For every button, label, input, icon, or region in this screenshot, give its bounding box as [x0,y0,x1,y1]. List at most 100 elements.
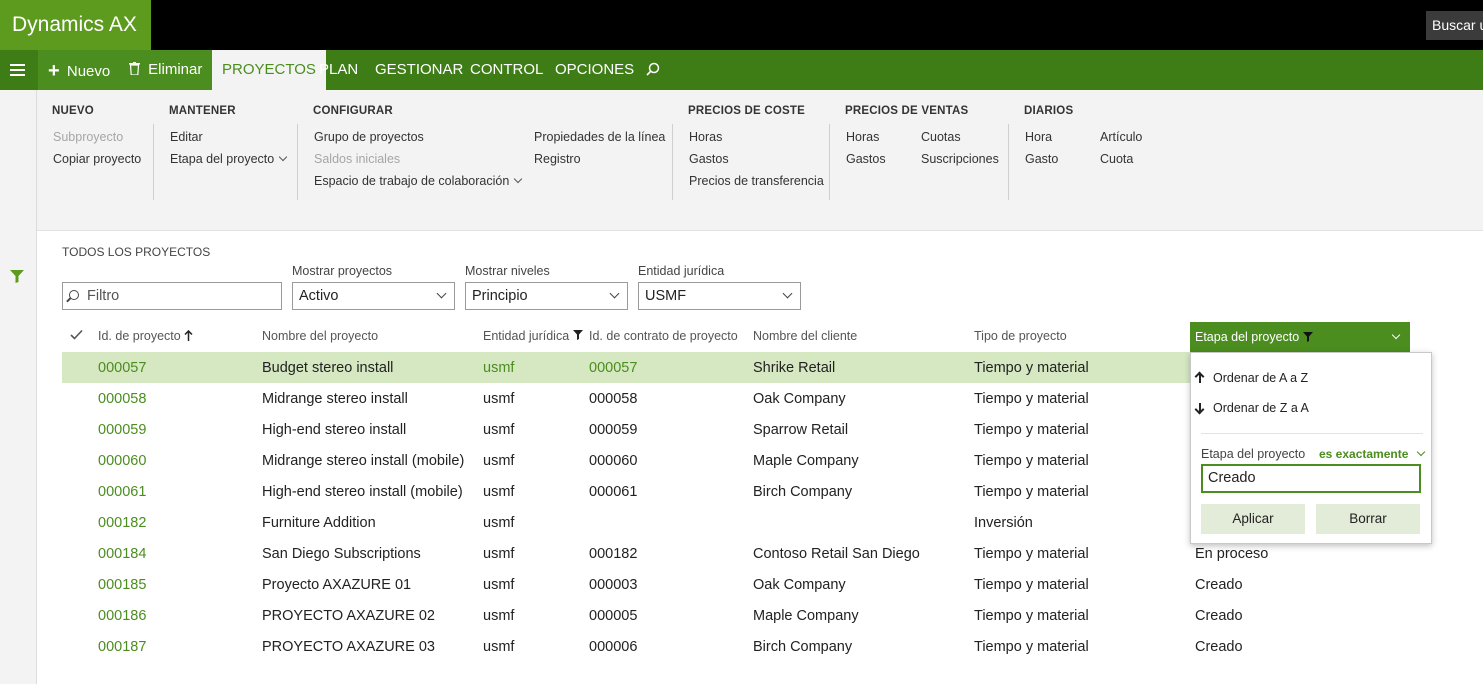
search-icon[interactable] [646,50,660,90]
filter-operator-select[interactable]: es exactamente [1319,447,1425,461]
clear-button[interactable]: Borrar [1316,504,1420,534]
header-entidad-juridica[interactable]: Entidad jurídica [483,329,583,343]
mostrar-proyectos-select[interactable]: Activo [292,282,455,310]
apply-button[interactable]: Aplicar [1201,504,1305,534]
cell-type: Tiempo y material [974,608,1089,624]
header-etapa-proyecto[interactable]: Etapa del proyecto [1190,322,1410,352]
chevron-down-icon [1416,447,1425,457]
etapa-proyecto-menu[interactable]: Etapa del proyecto [170,152,288,166]
cell-name: PROYECTO AXAZURE 03 [262,639,435,655]
ventas-cuotas-button[interactable]: Cuotas [921,130,961,144]
cell-name: San Diego Subscriptions [262,546,421,562]
global-search-input[interactable]: Buscar u [1426,11,1483,40]
cell-entity[interactable]: usmf [483,360,514,376]
trash-icon [129,62,140,76]
column-filter-popup: Ordenar de A a Z Ordenar de Z a A Etapa … [1190,352,1432,544]
cell-name: Furniture Addition [262,515,376,531]
copiar-proyecto-button[interactable]: Copiar proyecto [53,152,141,166]
group-precios-coste-title: PRECIOS DE COSTE [688,105,805,117]
entidad-juridica-select[interactable]: USMF [638,282,801,310]
cell-id[interactable]: 000059 [98,422,146,438]
chevron-down-icon [279,152,288,162]
filter-icon [572,330,583,340]
sort-desc-option[interactable]: Ordenar de Z a A [1199,401,1309,415]
tab-proyectos[interactable]: PROYECTOS [212,50,326,90]
cell-type: Inversión [974,515,1033,531]
cell-stage: Creado [1195,577,1243,593]
group-mantener-title: MANTENER [169,105,236,117]
diario-gasto-button[interactable]: Gasto [1025,152,1058,166]
mostrar-niveles-select[interactable]: Principio [465,282,628,310]
subproyecto-button[interactable]: Subproyecto [53,130,123,144]
cell-id[interactable]: 000185 [98,577,146,593]
cell-contract: 000182 [589,546,638,562]
filter-value-input[interactable]: Creado [1201,464,1421,493]
cell-id[interactable]: 000184 [98,546,146,562]
cell-contract[interactable]: 000057 [589,360,637,376]
app-title[interactable]: Dynamics AX [0,0,151,50]
diario-articulo-button[interactable]: Artículo [1100,130,1142,144]
header-id-proyecto[interactable]: Id. de proyecto [98,329,193,343]
cell-entity: usmf [483,546,515,562]
editar-button[interactable]: Editar [170,130,203,144]
header-nombre-cliente[interactable]: Nombre del cliente [753,329,857,343]
group-configurar-title: CONFIGURAR [313,105,393,117]
action-bar: + Nuevo Eliminar PROYECTOS PLAN GESTIONA… [0,50,1483,90]
tab-control[interactable]: CONTROL [470,50,543,90]
diario-cuota-button[interactable]: Cuota [1100,152,1133,166]
cell-id[interactable]: 000061 [98,484,146,500]
filter-icon[interactable] [10,270,24,288]
coste-horas-button[interactable]: Horas [689,130,722,144]
sort-asc-option[interactable]: Ordenar de A a Z [1199,371,1308,385]
cell-id[interactable]: 000058 [98,391,146,407]
tab-gestionar[interactable]: GESTIONAR [375,50,463,90]
filter-input[interactable]: Filtro [62,282,282,310]
checkmark-icon [70,329,83,340]
cell-contract: 000059 [589,422,638,438]
menu-icon[interactable] [10,64,25,76]
grupo-proyectos-button[interactable]: Grupo de proyectos [314,130,424,144]
header-id-contrato[interactable]: Id. de contrato de proyecto [589,329,738,343]
espacio-trabajo-menu[interactable]: Espacio de trabajo de colaboración [314,174,523,188]
table-row[interactable]: 000187 PROYECTO AXAZURE 03 usmf 000006 B… [62,631,1482,662]
cell-customer: Birch Company [753,484,853,500]
table-row[interactable]: 000185 Proyecto AXAZURE 01 usmf 000003 O… [62,569,1482,600]
cell-contract: 000003 [589,577,638,593]
tab-plan[interactable]: PLAN [319,50,358,90]
cell-name: High-end stereo install [262,422,407,438]
cell-type: Tiempo y material [974,546,1089,562]
propiedades-linea-button[interactable]: Propiedades de la línea [534,130,665,144]
delete-button[interactable]: Eliminar [119,50,213,90]
cell-name: High-end stereo install (mobile) [262,484,463,500]
cell-id[interactable]: 000057 [98,360,146,376]
diario-hora-button[interactable]: Hora [1025,130,1052,144]
chevron-down-icon [782,288,793,299]
cell-id[interactable]: 000187 [98,639,146,655]
select-all-checkbox[interactable] [70,329,83,343]
cell-stage: Creado [1195,608,1243,624]
cell-entity: usmf [483,484,515,500]
cell-type: Tiempo y material [974,639,1089,655]
new-button[interactable]: + Nuevo [38,50,121,90]
cell-name: Midrange stereo install (mobile) [262,453,465,469]
table-row[interactable]: 000186 PROYECTO AXAZURE 02 usmf 000005 M… [62,600,1482,631]
cell-id[interactable]: 000186 [98,608,146,624]
cell-id[interactable]: 000060 [98,453,146,469]
precios-transferencia-button[interactable]: Precios de transferencia [689,174,824,188]
ribbon-divider [297,124,298,200]
header-tipo-proyecto[interactable]: Tipo de proyecto [974,329,1067,343]
header-nombre-proyecto[interactable]: Nombre del proyecto [262,329,378,343]
ventas-suscripciones-button[interactable]: Suscripciones [921,152,999,166]
cell-entity: usmf [483,515,515,531]
cell-name: PROYECTO AXAZURE 02 [262,608,435,624]
saldos-iniciales-button[interactable]: Saldos iniciales [314,152,400,166]
ventas-horas-button[interactable]: Horas [846,130,879,144]
table-row[interactable]: 000057 Budget stereo install usmf 000057… [62,352,1192,383]
ventas-gastos-button[interactable]: Gastos [846,152,886,166]
registro-button[interactable]: Registro [534,152,581,166]
coste-gastos-button[interactable]: Gastos [689,152,729,166]
tab-opciones[interactable]: OPCIONES [555,50,634,90]
cell-customer: Shrike Retail [753,360,836,376]
cell-id[interactable]: 000182 [98,515,146,531]
mostrar-niveles-label: Mostrar niveles [465,264,550,278]
